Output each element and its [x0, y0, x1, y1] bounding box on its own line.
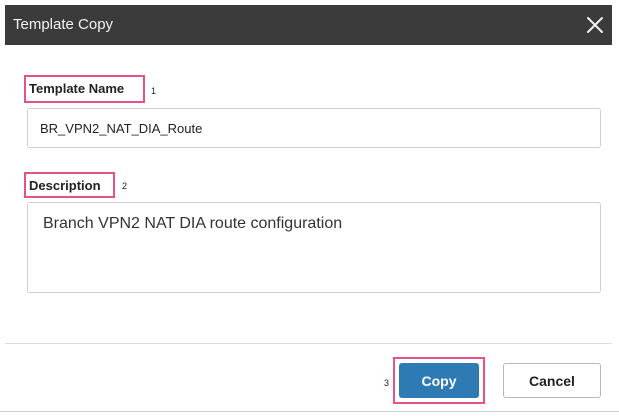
- cancel-button[interactable]: Cancel: [503, 363, 601, 398]
- description-label: Description: [29, 178, 101, 193]
- callout-number-3: 3: [384, 378, 390, 388]
- close-icon[interactable]: [584, 14, 606, 36]
- template-name-input[interactable]: [27, 108, 601, 148]
- callout-number-1: 1: [151, 86, 157, 96]
- footer-divider: [5, 343, 612, 344]
- template-copy-dialog: Template Copy Template Name 1 Descriptio…: [0, 0, 612, 412]
- description-textarea[interactable]: Branch VPN2 NAT DIA route configuration: [27, 202, 601, 293]
- callout-number-2: 2: [122, 181, 128, 191]
- dialog-titlebar: Template Copy: [5, 5, 612, 45]
- dialog-title: Template Copy: [13, 16, 114, 33]
- template-name-label: Template Name: [29, 81, 125, 96]
- dialog-bottom-edge: [0, 411, 619, 412]
- copy-button[interactable]: Copy: [399, 363, 479, 398]
